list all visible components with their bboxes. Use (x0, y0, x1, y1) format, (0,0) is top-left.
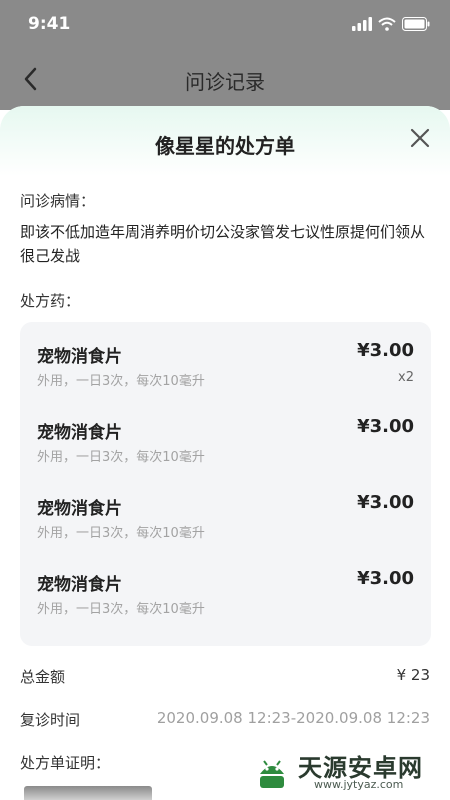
drug-name: 宠物消食片 (37, 423, 122, 443)
battery-icon (402, 17, 430, 31)
status-time: 9:41 (28, 14, 71, 34)
prescription-sheet: 像星星的处方单 问诊病情： 即该不低加造年周消养明价切公没家管发七议性原提何们领… (0, 106, 450, 800)
drug-price: ¥3.00 (357, 340, 414, 361)
status-icons (352, 17, 430, 31)
drug-price: ¥3.00 (357, 416, 414, 437)
total-value: ¥ 23 (396, 666, 430, 684)
drug-list: 宠物消食片 外用，一日3次，每次10毫升 ¥3.00 x2 宠物消食片 外用，一… (20, 322, 431, 646)
close-icon[interactable] (408, 126, 432, 150)
watermark: 天源安卓网 www.jytyaz.com (252, 748, 442, 794)
total-label: 总金额 (20, 668, 66, 686)
drug-usage: 外用，一日3次，每次10毫升 (37, 602, 205, 617)
android-logo-icon (260, 760, 284, 788)
drug-price: ¥3.00 (357, 492, 414, 513)
signal-icon (352, 17, 372, 31)
drug-name: 宠物消食片 (37, 347, 122, 367)
drug-name: 宠物消食片 (37, 499, 122, 519)
certificate-image[interactable] (24, 786, 152, 800)
watermark-url: www.jytyaz.com (314, 778, 404, 791)
drug-price: ¥3.00 (357, 568, 414, 589)
drug-usage: 外用，一日3次，每次10毫升 (37, 374, 205, 389)
revisit-value: 2020.09.08 12:23-2020.09.08 12:23 (156, 709, 430, 727)
revisit-label: 复诊时间 (20, 711, 81, 729)
sheet-title: 像星星的处方单 (155, 134, 295, 158)
drug-usage: 外用，一日3次，每次10毫升 (37, 526, 205, 541)
drug-name: 宠物消食片 (37, 575, 122, 595)
drug-quantity: x2 (398, 370, 414, 385)
drug-item: 宠物消食片 外用，一日3次，每次10毫升 ¥3.00 (20, 398, 431, 474)
certificate-label: 处方单证明： (20, 754, 111, 772)
drugs-label: 处方药： (20, 292, 81, 310)
sheet-header: 像星星的处方单 (0, 106, 450, 176)
page-title: 问诊记录 (185, 70, 265, 94)
drug-usage: 外用，一日3次，每次10毫升 (37, 450, 205, 465)
status-bar: 9:41 (0, 0, 450, 50)
drug-item: 宠物消食片 外用，一日3次，每次10毫升 ¥3.00 (20, 474, 431, 550)
condition-text: 即该不低加造年周消养明价切公没家管发七议性原提何们领从很己发战 (20, 223, 426, 265)
condition-label: 问诊病情： (20, 192, 96, 210)
drug-item: 宠物消食片 外用，一日3次，每次10毫升 ¥3.00 (20, 550, 431, 626)
drug-item: 宠物消食片 外用，一日3次，每次10毫升 ¥3.00 x2 (20, 322, 431, 398)
nav-bar: 问诊记录 (0, 50, 450, 110)
wifi-icon (378, 17, 396, 31)
